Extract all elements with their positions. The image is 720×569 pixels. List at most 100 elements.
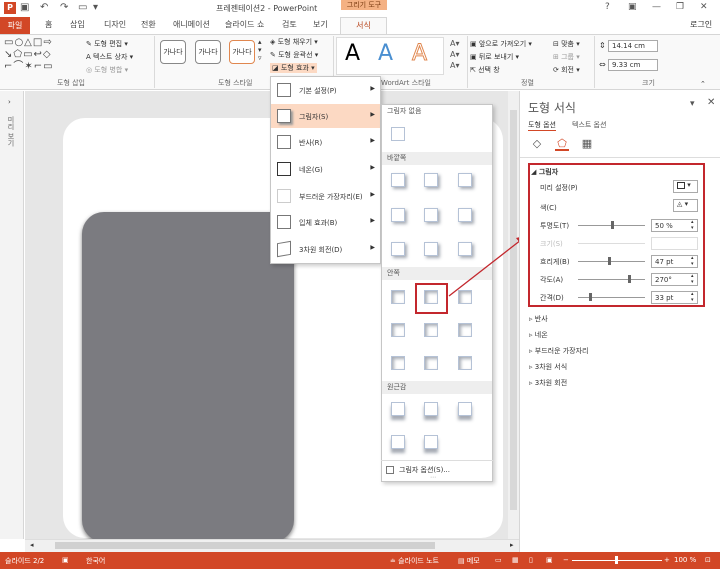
- shadow-inner-option[interactable]: [458, 290, 472, 304]
- shadow-outer-option[interactable]: [458, 208, 472, 222]
- shadow-outer-option[interactable]: [424, 208, 438, 222]
- menu-item-glow[interactable]: 네온(G) ▶: [271, 157, 380, 181]
- shape-outline-button[interactable]: ✎ 도형 윤곽선 ▾: [270, 50, 318, 60]
- slideshow-view-icon[interactable]: ▣: [546, 556, 553, 564]
- help-icon[interactable]: ?: [605, 2, 610, 12]
- distance-spinner-icon[interactable]: ▴ ▾: [691, 291, 694, 303]
- save-icon[interactable]: ▣: [20, 2, 29, 13]
- blur-spinner-icon[interactable]: ▴ ▾: [691, 255, 694, 267]
- vertical-scroll-thumb[interactable]: [510, 110, 517, 510]
- shadow-outer-option[interactable]: [391, 173, 405, 187]
- menu-item-reflection[interactable]: 반사(R) ▶: [271, 130, 380, 154]
- shape-style-swatch-1[interactable]: 가나다: [160, 40, 186, 64]
- shapes-gallery[interactable]: ▭○△□⇨ ↘⬠▭↩◇ ⌐⌒✶⌐▭: [4, 37, 84, 75]
- tab-insert[interactable]: 삽입: [70, 19, 85, 30]
- width-field[interactable]: 9.33 cm: [608, 59, 658, 71]
- wordart-style-1[interactable]: A: [345, 41, 360, 66]
- group-button[interactable]: ⊞ 그룹 ▾: [553, 52, 580, 62]
- section-reflection[interactable]: ▹ 반사: [529, 314, 548, 324]
- tab-transitions[interactable]: 전환: [141, 19, 156, 30]
- size-properties-icon[interactable]: ▦: [580, 137, 594, 151]
- zoom-out-icon[interactable]: −: [563, 556, 569, 564]
- pane-close-icon[interactable]: ✕: [707, 97, 715, 108]
- tab-animations[interactable]: 애니메이션: [173, 19, 210, 30]
- shadow-outer-option[interactable]: [458, 173, 472, 187]
- powerpoint-app-icon[interactable]: P: [4, 2, 16, 14]
- shadow-outer-option[interactable]: [424, 173, 438, 187]
- close-window-icon[interactable]: ✕: [700, 2, 708, 12]
- zoom-slider-knob[interactable]: [615, 556, 618, 564]
- normal-view-icon[interactable]: ▭: [495, 556, 502, 564]
- language-indicator[interactable]: 한국어: [86, 556, 105, 566]
- collapse-ribbon-icon[interactable]: ⌃: [700, 80, 706, 88]
- send-backward-button[interactable]: ▣ 뒤로 보내기 ▾: [470, 52, 519, 62]
- pane-options-icon[interactable]: ▾: [690, 99, 695, 109]
- shadow-inner-option[interactable]: [458, 323, 472, 337]
- menu-item-bevel[interactable]: 입체 효과(B) ▶: [271, 210, 380, 234]
- angle-slider-track[interactable]: [578, 279, 645, 280]
- selected-rounded-rectangle-shape[interactable]: [82, 212, 294, 542]
- reading-view-icon[interactable]: ▯: [529, 556, 533, 564]
- tab-view[interactable]: 보기: [313, 19, 328, 30]
- ribbon-display-icon[interactable]: ▣: [628, 2, 637, 12]
- tab-shape-options[interactable]: 도형 옵션: [528, 120, 556, 131]
- angle-slider-knob[interactable]: [628, 275, 631, 283]
- fill-line-icon[interactable]: ◇: [530, 137, 544, 151]
- transparency-slider-knob[interactable]: [611, 221, 614, 229]
- size-input[interactable]: [651, 237, 698, 250]
- tab-text-options[interactable]: 텍스트 옵션: [572, 120, 606, 130]
- selection-pane-button[interactable]: ⇱ 선택 창: [470, 65, 500, 75]
- scroll-left-icon[interactable]: ◂: [30, 541, 34, 549]
- section-3d-rotation[interactable]: ▹ 3차원 회전: [529, 378, 567, 388]
- size-slider-track[interactable]: [578, 243, 645, 244]
- edit-shape-button[interactable]: ✎ 도형 편집 ▾: [86, 39, 128, 49]
- horizontal-scroll-thumb[interactable]: [55, 542, 435, 549]
- textbox-button[interactable]: A 텍스트 상자 ▾: [86, 52, 133, 62]
- text-fill-outline-effect-icons[interactable]: A▾ A▾ A▾: [450, 38, 460, 71]
- rotate-button[interactable]: ⟳ 회전 ▾: [553, 65, 580, 75]
- bring-forward-button[interactable]: ▣ 앞으로 가져오기 ▾: [470, 39, 532, 49]
- shape-effects-button[interactable]: ◪ 도형 효과 ▾: [270, 63, 317, 73]
- tab-review[interactable]: 검토: [282, 19, 297, 30]
- shadow-inner-option[interactable]: [391, 323, 405, 337]
- sign-in-link[interactable]: 로그인: [690, 19, 712, 30]
- shadow-perspective-option[interactable]: [458, 402, 472, 416]
- shadow-inner-option[interactable]: [424, 356, 438, 370]
- align-button[interactable]: ⊟ 맞춤 ▾: [553, 39, 580, 49]
- notes-button[interactable]: ≐ 슬라이드 노트: [390, 556, 439, 566]
- menu-item-soft-edges[interactable]: 부드러운 가장자리(E) ▶: [271, 184, 380, 208]
- section-shadow-header[interactable]: ◢ 그림자: [531, 167, 558, 177]
- resize-grip-icon[interactable]: ⋯: [430, 474, 436, 481]
- expand-thumbnails-icon[interactable]: ›: [8, 98, 11, 106]
- slide-sorter-icon[interactable]: ▦: [512, 556, 519, 564]
- shadow-inner-option[interactable]: [391, 356, 405, 370]
- merge-shapes-button[interactable]: ◎ 도형 병합 ▾: [86, 65, 128, 75]
- shadow-perspective-option[interactable]: [424, 435, 438, 449]
- start-from-beginning-icon[interactable]: ▭: [78, 2, 87, 13]
- shadow-options-link[interactable]: 그림자 옵션(S)...: [386, 465, 450, 475]
- maximize-icon[interactable]: ❐: [676, 2, 684, 12]
- section-soft-edges[interactable]: ▹ 부드러운 가장자리: [529, 346, 589, 356]
- shadow-outer-option[interactable]: [391, 208, 405, 222]
- menu-item-preset[interactable]: 기본 설정(P) ▶: [271, 78, 380, 102]
- shadow-none-option[interactable]: [391, 127, 405, 141]
- shape-style-swatch-2[interactable]: 가나다: [195, 40, 221, 64]
- wordart-style-2[interactable]: A: [378, 41, 393, 66]
- gallery-scroll-icon[interactable]: ▴ ▾ ▿: [258, 38, 262, 62]
- section-3d-format[interactable]: ▹ 3차원 서식: [529, 362, 567, 372]
- transparency-spinner-icon[interactable]: ▴ ▾: [691, 219, 694, 231]
- shadow-outer-option[interactable]: [424, 242, 438, 256]
- shape-style-swatch-3[interactable]: 가나다: [229, 40, 255, 64]
- shadow-inner-option[interactable]: [391, 290, 405, 304]
- spellcheck-icon[interactable]: ▣: [62, 556, 69, 564]
- tab-format[interactable]: 서식: [340, 17, 387, 34]
- tab-slideshow[interactable]: 슬라이드 쇼: [225, 19, 264, 30]
- wordart-style-3[interactable]: A: [411, 41, 427, 67]
- zoom-level[interactable]: 100 %: [674, 556, 696, 564]
- shadow-outer-option[interactable]: [391, 242, 405, 256]
- shadow-inner-option[interactable]: [458, 356, 472, 370]
- scroll-right-icon[interactable]: ▸: [510, 541, 514, 549]
- blur-slider-knob[interactable]: [608, 257, 611, 265]
- comments-button[interactable]: ▤ 메모: [458, 556, 480, 566]
- tab-file[interactable]: 파일: [0, 17, 30, 34]
